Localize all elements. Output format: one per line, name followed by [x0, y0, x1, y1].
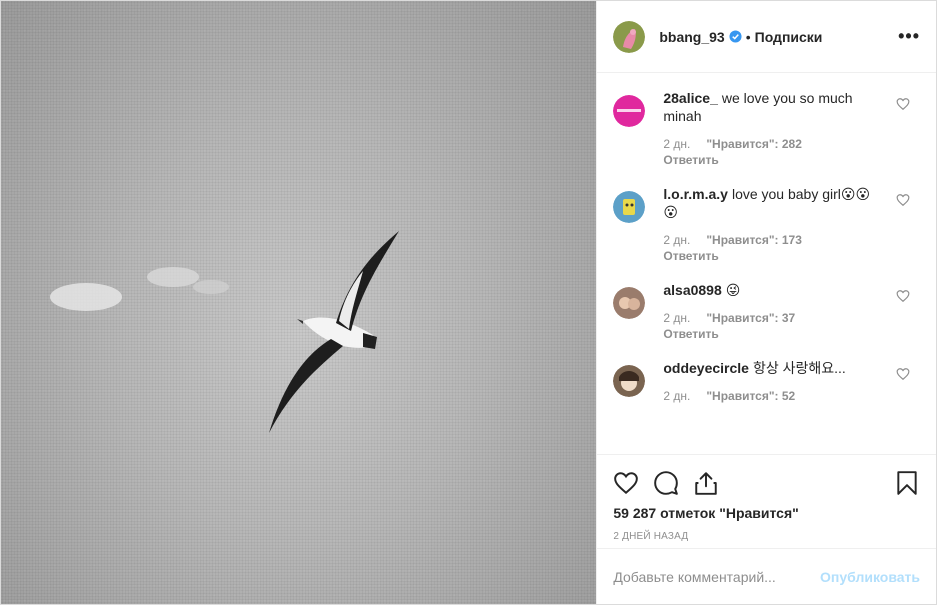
comment-username[interactable]: 28alice_ — [663, 90, 718, 106]
verified-badge-icon — [729, 30, 742, 43]
share-upload-icon[interactable] — [693, 470, 719, 496]
comments-list[interactable]: 28alice_ we love you so much minah 2 дн. "… — [597, 73, 936, 454]
comment-item: 28alice_ we love you so much minah 2 дн. "… — [613, 89, 920, 167]
commenter-avatar[interactable] — [613, 365, 646, 397]
post-actions: 59 287 отметок "Нравится" 2 ДНЕЙ НАЗАД — [597, 454, 936, 548]
reply-button[interactable]: Ответить — [663, 153, 873, 167]
post-photo[interactable] — [1, 1, 597, 604]
like-comment-heart-icon[interactable] — [896, 367, 910, 381]
like-comment-heart-icon[interactable] — [896, 289, 910, 303]
comment-age[interactable]: 2 дн. — [663, 137, 690, 151]
action-icons-row — [613, 463, 920, 503]
comment-age[interactable]: 2 дн. — [663, 233, 690, 247]
comment-age[interactable]: 2 дн. — [663, 311, 690, 325]
like-comment-heart-icon[interactable] — [896, 97, 910, 111]
author-avatar[interactable] — [613, 20, 646, 53]
comment-item: l.o.r.m.a.y love you baby girl😮😮😮 2 дн. "Н… — [613, 185, 920, 263]
post-dialog: bbang_93 • Подписки ••• 28alice_ we love … — [0, 0, 937, 605]
commenter-avatar[interactable] — [613, 95, 646, 127]
reply-button[interactable]: Ответить — [663, 327, 873, 341]
seagull-image — [50, 231, 399, 433]
like-heart-icon[interactable] — [613, 470, 639, 496]
comment-username[interactable]: l.o.r.m.a.y — [663, 186, 728, 202]
comment-likes[interactable]: "Нравится": 52 — [706, 389, 795, 403]
author-username[interactable]: bbang_93 — [659, 29, 724, 45]
more-options-icon[interactable]: ••• — [898, 26, 920, 47]
reply-button[interactable]: Ответить — [663, 249, 873, 263]
comment-username[interactable]: alsa0898 — [663, 282, 721, 298]
comment-likes[interactable]: "Нравится": 37 — [706, 311, 795, 325]
comment-item: alsa0898 😜 2 дн. "Нравится": 37 Ответить — [613, 281, 920, 341]
comment-age[interactable]: 2 дн. — [663, 389, 690, 403]
comment-likes[interactable]: "Нравится": 173 — [706, 233, 802, 247]
post-header: bbang_93 • Подписки ••• — [597, 1, 936, 73]
post-side-panel: bbang_93 • Подписки ••• 28alice_ we love … — [596, 1, 936, 604]
comment-username[interactable]: oddeyecircle — [663, 360, 749, 376]
comment-bubble-icon[interactable] — [653, 470, 679, 496]
comment-likes[interactable]: "Нравится": 282 — [706, 137, 802, 151]
add-comment-bar: Добавьте комментарий... Опубликовать — [597, 548, 936, 604]
post-date[interactable]: 2 ДНЕЙ НАЗАД — [613, 531, 920, 542]
following-button[interactable]: Подписки — [755, 29, 823, 45]
publish-button[interactable]: Опубликовать — [820, 569, 920, 585]
commenter-avatar[interactable] — [613, 191, 646, 223]
commenter-avatar[interactable] — [613, 287, 646, 319]
comment-text: 항상 사랑해요... — [752, 360, 846, 376]
comment-input[interactable]: Добавьте комментарий... — [613, 569, 820, 585]
comment-item: oddeyecircle 항상 사랑해요... 2 дн. "Нравится": … — [613, 359, 920, 403]
post-like-count[interactable]: 59 287 отметок "Нравится" — [613, 505, 920, 521]
comment-text: 😜 — [725, 282, 741, 298]
like-comment-heart-icon[interactable] — [896, 193, 910, 207]
bookmark-icon[interactable] — [894, 470, 920, 496]
header-separator: • — [745, 28, 751, 45]
